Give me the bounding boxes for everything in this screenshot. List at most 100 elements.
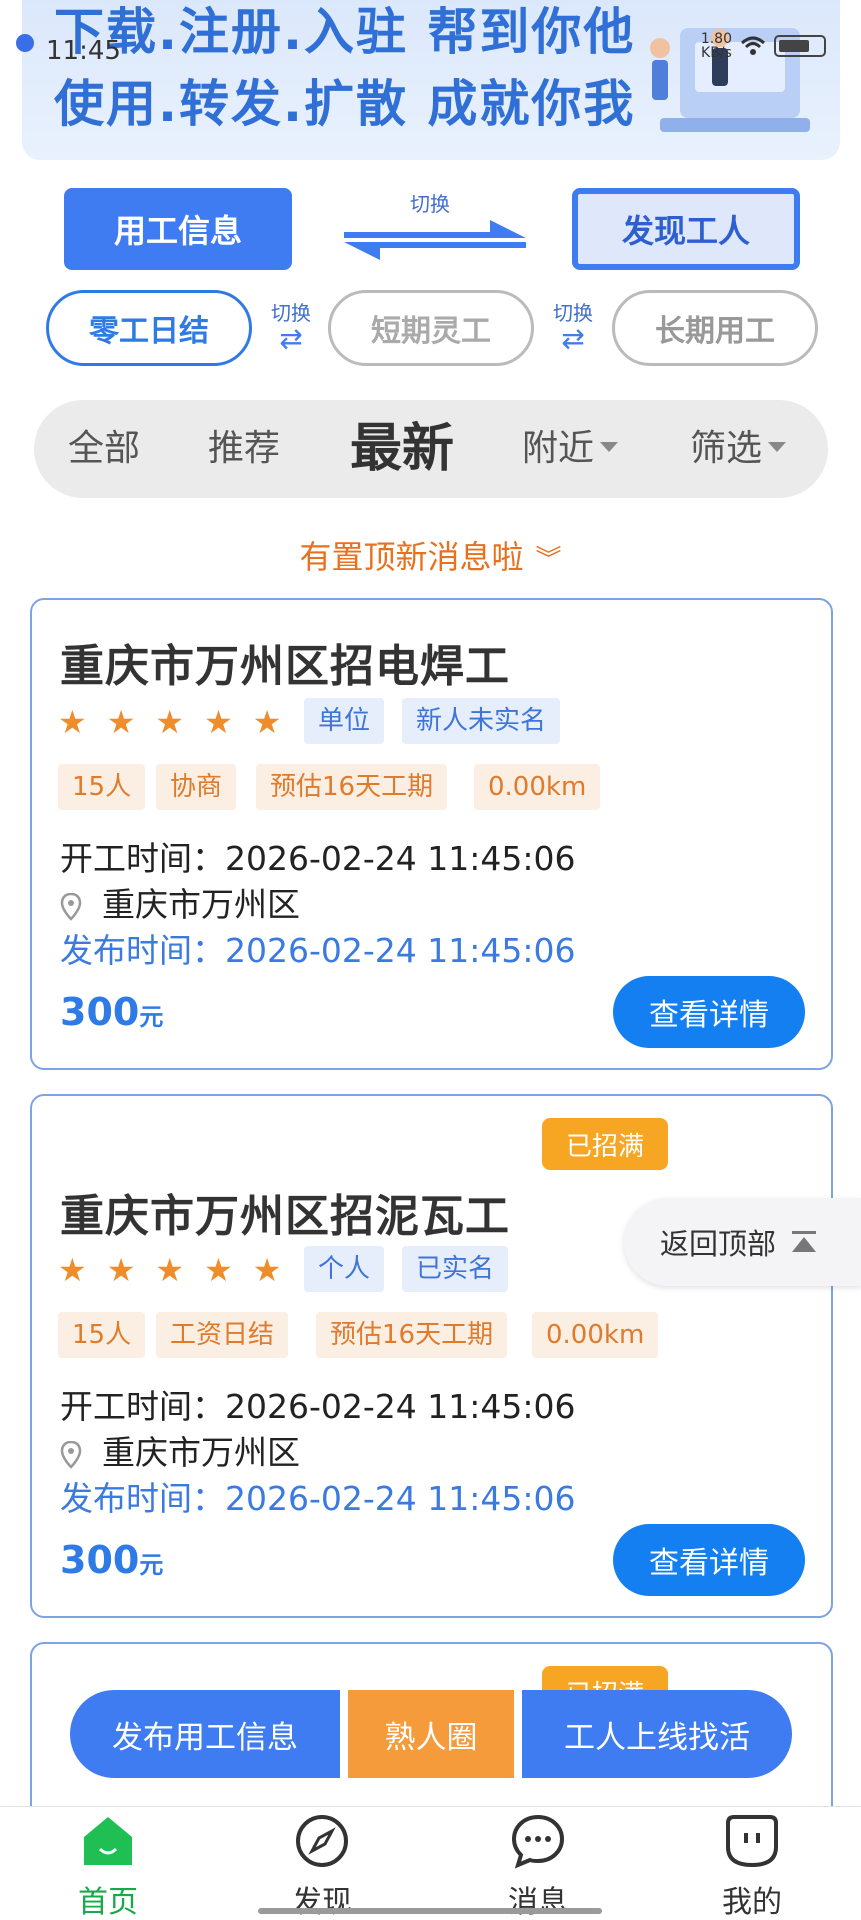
star-icon: ★: [106, 1251, 136, 1289]
tab-all[interactable]: 全部: [68, 400, 140, 498]
top-banner[interactable]: 下载.注册.入驻 帮到你他 使用.转发.扩散 成就你我: [22, 0, 840, 160]
publish-time-label: 发布时间：: [60, 931, 225, 970]
acquaintance-circle-button[interactable]: 熟人圈: [348, 1690, 514, 1778]
headcount-tag: 15人: [58, 764, 146, 810]
status-bar: 11:45 1.80 KB/s: [46, 32, 826, 66]
swap-icon: ⇄: [561, 322, 585, 355]
job-price: 300元: [60, 1538, 163, 1582]
price-value: 300: [60, 990, 140, 1034]
star-icon: ★: [155, 703, 185, 741]
floating-action-bar: 发布用工信息 熟人圈 工人上线找活: [70, 1690, 792, 1778]
distance-tag: 0.00km: [532, 1312, 659, 1358]
nav-messages[interactable]: 消息: [478, 1813, 598, 1920]
start-time: 开工时间：2026-02-24 11:45:06: [60, 1380, 575, 1428]
gesture-home-bar[interactable]: [258, 1908, 602, 1914]
chevron-double-down-icon: ︾: [535, 545, 562, 575]
back-to-top-button[interactable]: 返回顶部: [624, 1198, 861, 1286]
publish-time-label: 发布时间：: [60, 1479, 225, 1518]
nav-home-label: 首页: [78, 1885, 138, 1920]
job-title: 重庆市万州区招泥瓦工: [60, 1191, 510, 1242]
wifi-icon: [740, 36, 766, 55]
employer-type-tag: 单位: [304, 698, 385, 744]
pinned-message-notice[interactable]: 有置顶新消息啦 ︾: [0, 532, 861, 578]
headcount-tag: 15人: [58, 1312, 146, 1358]
job-title: 重庆市万州区招电焊工: [60, 641, 510, 692]
location-pin-icon: [60, 1440, 82, 1469]
work-type-day-labor[interactable]: 零工日结: [46, 290, 252, 366]
pinned-notice-text: 有置顶新消息啦: [299, 538, 524, 576]
job-location-text: 重庆市万州区: [102, 885, 300, 924]
bottom-nav: 首页 发现 消息 我的: [0, 1806, 861, 1920]
verification-tag: 新人未实名: [402, 698, 561, 744]
arrow-to-top-icon: [792, 1231, 817, 1252]
worker-online-button[interactable]: 工人上线找活: [522, 1690, 792, 1778]
star-icon: ★: [204, 1251, 233, 1289]
network-speed: 1.80 KB/s: [701, 32, 732, 60]
tab-latest[interactable]: 最新: [350, 400, 454, 498]
employer-type-tag: 个人: [304, 1246, 385, 1292]
compass-icon: [296, 1815, 348, 1867]
caret-down-icon: [768, 442, 787, 452]
recruitment-full-badge: 已招满: [542, 1118, 668, 1170]
view-details-button[interactable]: 查看详情: [613, 976, 805, 1048]
publish-time: 发布时间：2026-02-24 11:45:06: [60, 924, 575, 972]
nav-discover[interactable]: 发现: [262, 1813, 382, 1920]
profile-icon: [726, 1815, 778, 1868]
star-icon: ★: [106, 703, 136, 741]
star-icon: ★: [204, 703, 233, 741]
job-info-mode-button[interactable]: 用工信息: [64, 188, 292, 270]
tab-nearby[interactable]: 附近: [522, 400, 619, 498]
filter-tab-bar: 全部 推荐 最新 附近 筛选: [34, 400, 828, 498]
status-time: 11:45: [46, 36, 121, 66]
job-card[interactable]: 重庆市万州区招电焊工 ★ ★ ★ ★ ★ 单位 新人未实名 15人 协商 预估1…: [30, 598, 833, 1070]
banner-indicator-dot: [16, 34, 34, 52]
network-speed-unit: KB/s: [701, 45, 732, 61]
work-type-switch-2[interactable]: 切换 ⇄: [548, 300, 598, 355]
nav-profile-label: 我的: [722, 1885, 782, 1920]
home-icon: [84, 1817, 132, 1865]
banner-slogan-line2: 使用.转发.扩散 成就你我: [54, 75, 636, 133]
nav-home[interactable]: 首页: [48, 1813, 168, 1920]
price-unit: 元: [139, 1003, 164, 1031]
star-rating: ★ ★ ★ ★ ★: [58, 1250, 281, 1290]
swap-arrows-icon[interactable]: [340, 210, 530, 270]
banner-illustration: [650, 28, 810, 132]
tab-filter-label: 筛选: [690, 428, 763, 469]
star-rating: ★ ★ ★ ★ ★: [58, 702, 281, 742]
start-time-label: 开工时间：: [60, 839, 225, 878]
start-time-label: 开工时间：: [60, 1387, 225, 1426]
nav-profile[interactable]: 我的: [692, 1813, 812, 1920]
status-indicators: 1.80 KB/s: [701, 32, 826, 60]
publish-time-value: 2026-02-24 11:45:06: [225, 931, 576, 970]
start-time-value: 2026-02-24 11:45:06: [225, 1387, 576, 1426]
job-location: 重庆市万州区: [60, 1426, 300, 1474]
job-card[interactable]: 已招满 重庆市万州区招泥瓦工 ★ ★ ★ ★ ★ 个人 已实名 15人 工资日结…: [30, 1094, 833, 1618]
pay-type-tag: 协商: [156, 764, 237, 810]
tab-recommended[interactable]: 推荐: [208, 400, 280, 498]
star-icon: ★: [58, 703, 87, 741]
distance-tag: 0.00km: [474, 764, 601, 810]
job-price: 300元: [60, 990, 163, 1034]
location-pin-icon: [60, 892, 82, 921]
swap-icon: ⇄: [279, 322, 303, 355]
battery-icon: [774, 35, 826, 57]
tab-filter[interactable]: 筛选: [690, 400, 787, 498]
publish-time: 发布时间：2026-02-24 11:45:06: [60, 1472, 575, 1520]
post-job-button[interactable]: 发布用工信息: [70, 1690, 340, 1778]
back-to-top-label: 返回顶部: [660, 1227, 777, 1261]
pay-type-tag: 工资日结: [156, 1312, 289, 1358]
view-details-button[interactable]: 查看详情: [613, 1524, 805, 1596]
publish-time-value: 2026-02-24 11:45:06: [225, 1479, 576, 1518]
duration-tag: 预估16天工期: [256, 764, 448, 810]
start-time-value: 2026-02-24 11:45:06: [225, 839, 576, 878]
find-workers-mode-button[interactable]: 发现工人: [572, 188, 800, 270]
verification-tag: 已实名: [402, 1246, 509, 1292]
start-time: 开工时间：2026-02-24 11:45:06: [60, 832, 575, 880]
job-location: 重庆市万州区: [60, 878, 300, 926]
chat-bubble-icon: [511, 1814, 565, 1869]
work-type-long-term[interactable]: 长期用工: [612, 290, 818, 366]
star-icon: ★: [252, 1251, 282, 1289]
job-location-text: 重庆市万州区: [102, 1433, 300, 1472]
work-type-short-term[interactable]: 短期灵工: [328, 290, 534, 366]
work-type-switch-1[interactable]: 切换 ⇄: [266, 300, 316, 355]
